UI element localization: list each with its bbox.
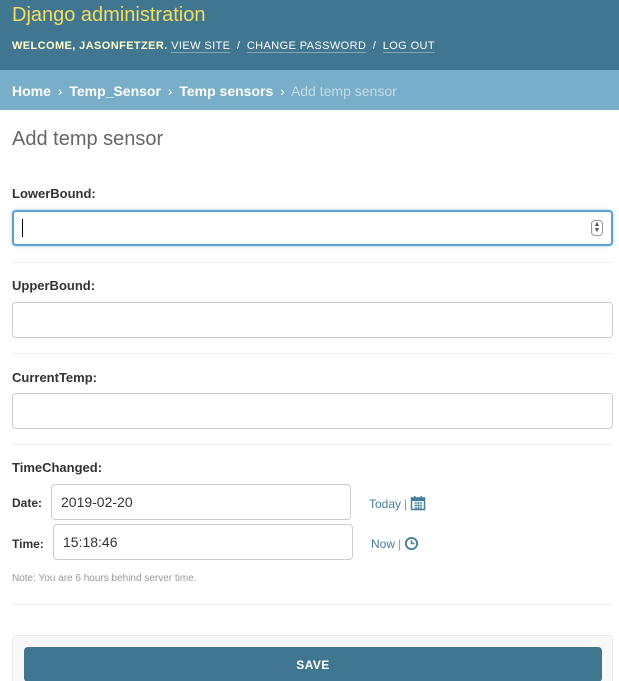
change-password-link[interactable]: CHANGE PASSWORD bbox=[246, 40, 367, 53]
breadcrumb-app[interactable]: Temp_Sensor bbox=[69, 83, 161, 99]
shortcut-separator: | bbox=[398, 537, 402, 551]
shortcut-separator: | bbox=[404, 497, 408, 511]
time-shortcuts: Now | bbox=[371, 536, 419, 554]
lower-bound-label: LowerBound: bbox=[12, 186, 96, 201]
calendar-icon[interactable] bbox=[410, 495, 426, 514]
time-changed-label: TimeChanged: bbox=[12, 460, 103, 475]
field-divider bbox=[12, 444, 613, 445]
date-label: Date: bbox=[12, 496, 43, 510]
field-divider bbox=[12, 604, 613, 605]
number-spinner-icon[interactable]: ▲ ▼ bbox=[591, 220, 603, 236]
separator: / bbox=[372, 40, 377, 52]
breadcrumb-separator: › bbox=[280, 83, 285, 99]
time-input[interactable]: 15:18:46 bbox=[53, 524, 353, 560]
welcome-text: WELCOME, bbox=[12, 40, 76, 52]
current-temp-input[interactable] bbox=[12, 393, 613, 429]
text-caret bbox=[22, 219, 23, 237]
field-divider bbox=[12, 353, 613, 354]
current-temp-label: CurrentTemp: bbox=[12, 370, 97, 385]
breadcrumb-separator: › bbox=[167, 83, 173, 99]
upper-bound-label: UpperBound: bbox=[12, 278, 96, 293]
now-link[interactable]: Now bbox=[371, 537, 395, 551]
field-divider bbox=[12, 262, 613, 263]
time-label: Time: bbox=[12, 537, 44, 551]
date-shortcuts: Today | bbox=[369, 495, 426, 514]
timezone-note: Note: You are 6 hours behind server time… bbox=[12, 573, 197, 584]
breadcrumb-home[interactable]: Home bbox=[12, 83, 51, 99]
separator: / bbox=[236, 40, 241, 52]
breadcrumb: Home › Temp_Sensor › Temp sensors › Add … bbox=[0, 70, 619, 110]
breadcrumb-model[interactable]: Temp sensors bbox=[179, 83, 273, 99]
header: Django administration WELCOME, JASONFETZ… bbox=[0, 0, 619, 70]
date-input[interactable]: 2019-02-20 bbox=[51, 484, 351, 520]
lower-bound-input[interactable]: ▲ ▼ bbox=[12, 210, 613, 246]
upper-bound-input[interactable] bbox=[12, 302, 613, 338]
breadcrumb-separator: › bbox=[57, 83, 63, 99]
page-title: Add temp sensor bbox=[12, 128, 164, 150]
breadcrumb-current: Add temp sensor bbox=[290, 83, 397, 99]
site-name[interactable]: Django administration bbox=[12, 4, 205, 27]
submit-row: SAVE bbox=[12, 635, 613, 681]
today-link[interactable]: Today bbox=[369, 497, 401, 511]
view-site-link[interactable]: VIEW SITE bbox=[171, 40, 231, 53]
user-tools: WELCOME, JASONFETZER. VIEW SITE / CHANGE… bbox=[12, 40, 436, 53]
save-button[interactable]: SAVE bbox=[24, 647, 602, 681]
clock-icon[interactable] bbox=[404, 536, 419, 554]
log-out-link[interactable]: LOG OUT bbox=[382, 40, 436, 53]
username: JASONFETZER bbox=[79, 40, 165, 52]
